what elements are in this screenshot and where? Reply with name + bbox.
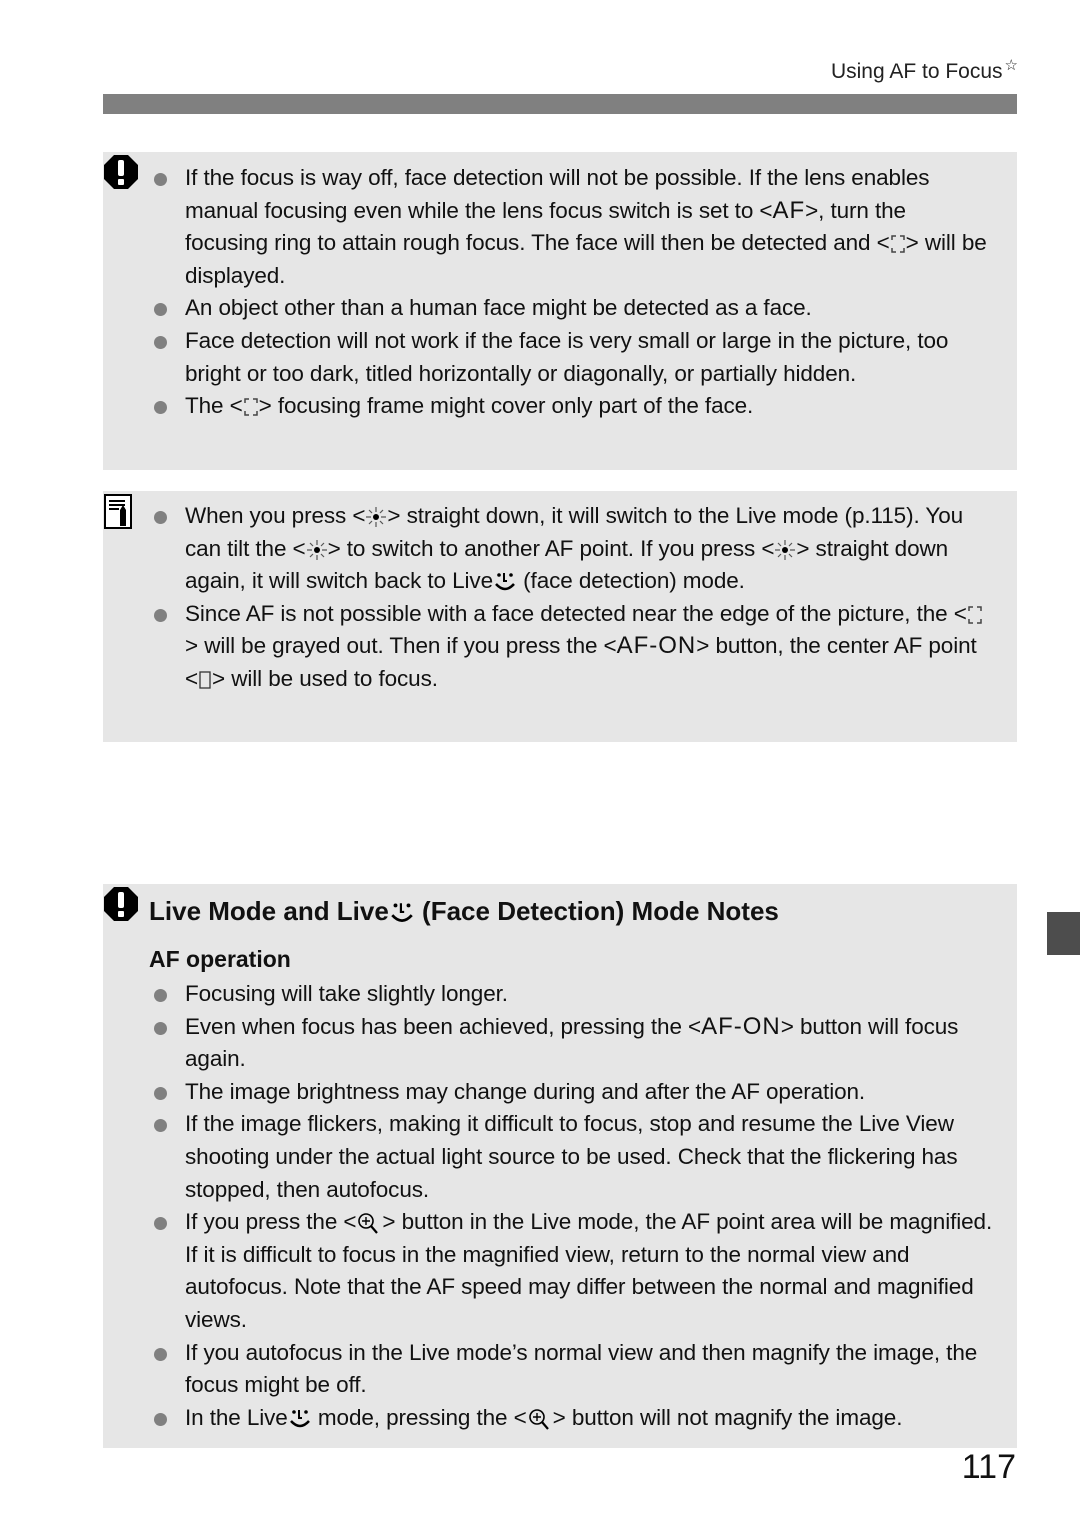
running-head: Using AF to Focus ☆	[831, 56, 1018, 84]
face-detection-icon	[391, 903, 413, 923]
af-mode-icon: AF	[772, 196, 806, 224]
list-item: The image brightness may change during a…	[154, 1076, 995, 1109]
section-heading: Live Mode and Live (Face Detection) Mode…	[149, 896, 779, 926]
multi-controller-icon	[775, 539, 796, 560]
multi-controller-icon	[366, 507, 387, 528]
header-bar	[103, 94, 1017, 114]
bullet-icon	[154, 1021, 167, 1035]
note-box: When you press < > straight down, it will…	[103, 491, 1017, 742]
subheading-af-operation: AF operation	[149, 946, 291, 972]
bullet-icon	[154, 1119, 167, 1133]
page-number: 117	[961, 1448, 1016, 1486]
bullet-icon	[154, 608, 167, 622]
multi-controller-icon	[306, 539, 327, 560]
face-detection-icon	[289, 1409, 310, 1428]
caution-icon	[104, 155, 138, 189]
list-item: If the focus is way off, face detection …	[154, 162, 995, 292]
caution-icon	[104, 887, 138, 921]
list-item: In the Live mode, pressing the < > button…	[154, 1402, 995, 1435]
list-item: An object other than a human face might …	[154, 292, 995, 325]
list-item: Since AF is not possible with a face det…	[154, 598, 995, 696]
af-on-button-icon: AF-ON	[616, 632, 697, 660]
bullet-icon	[154, 1217, 167, 1231]
bullet-icon	[154, 335, 167, 349]
bullet-icon	[154, 989, 167, 1002]
chapter-thumb-tab	[1047, 912, 1080, 955]
list-item: If you autofocus in the Live mode’s norm…	[154, 1337, 995, 1402]
caution-box-face-detection: If the focus is way off, face detection …	[103, 152, 1017, 470]
bullet-icon	[154, 511, 167, 524]
bullet-icon	[154, 303, 167, 317]
caution-box-live-mode-notes: Live Mode and Live (Face Detection) Mode…	[103, 884, 1017, 1448]
list-item: Focusing will take slightly longer.	[154, 978, 995, 1011]
list-item: If you press the < > button in the Live m…	[154, 1206, 995, 1336]
bullet-icon	[154, 1086, 167, 1100]
star-icon: ☆	[1004, 57, 1018, 74]
section-title: Using AF to Focus	[830, 60, 1003, 83]
notes-list: Focusing will take slightly longer. Even…	[154, 978, 995, 1435]
list-item: Even when focus has been achieved, press…	[154, 1011, 995, 1076]
af-point-icon	[199, 671, 211, 689]
list-item: If the image flickers, making it difficu…	[154, 1108, 995, 1206]
face-frame-icon	[968, 606, 982, 624]
note-pencil-icon	[104, 494, 132, 529]
bullet-icon	[154, 401, 167, 415]
magnify-icon	[358, 1213, 379, 1234]
bullet-icon	[154, 1347, 167, 1361]
face-detection-icon	[495, 573, 515, 591]
note-list: When you press < > straight down, it will…	[154, 500, 995, 696]
list-item: Face detection will not work if the face…	[154, 325, 995, 390]
face-frame-icon	[890, 235, 905, 253]
caution-list: If the focus is way off, face detection …	[154, 162, 995, 423]
bullet-icon	[154, 173, 167, 186]
list-item: The < > focusing frame might cover only p…	[154, 390, 995, 423]
face-frame-icon	[243, 398, 258, 416]
list-item: When you press < > straight down, it will…	[154, 500, 995, 598]
af-on-button-icon: AF-ON	[701, 1012, 781, 1040]
magnify-icon	[528, 1408, 549, 1430]
bullet-icon	[154, 1412, 167, 1426]
